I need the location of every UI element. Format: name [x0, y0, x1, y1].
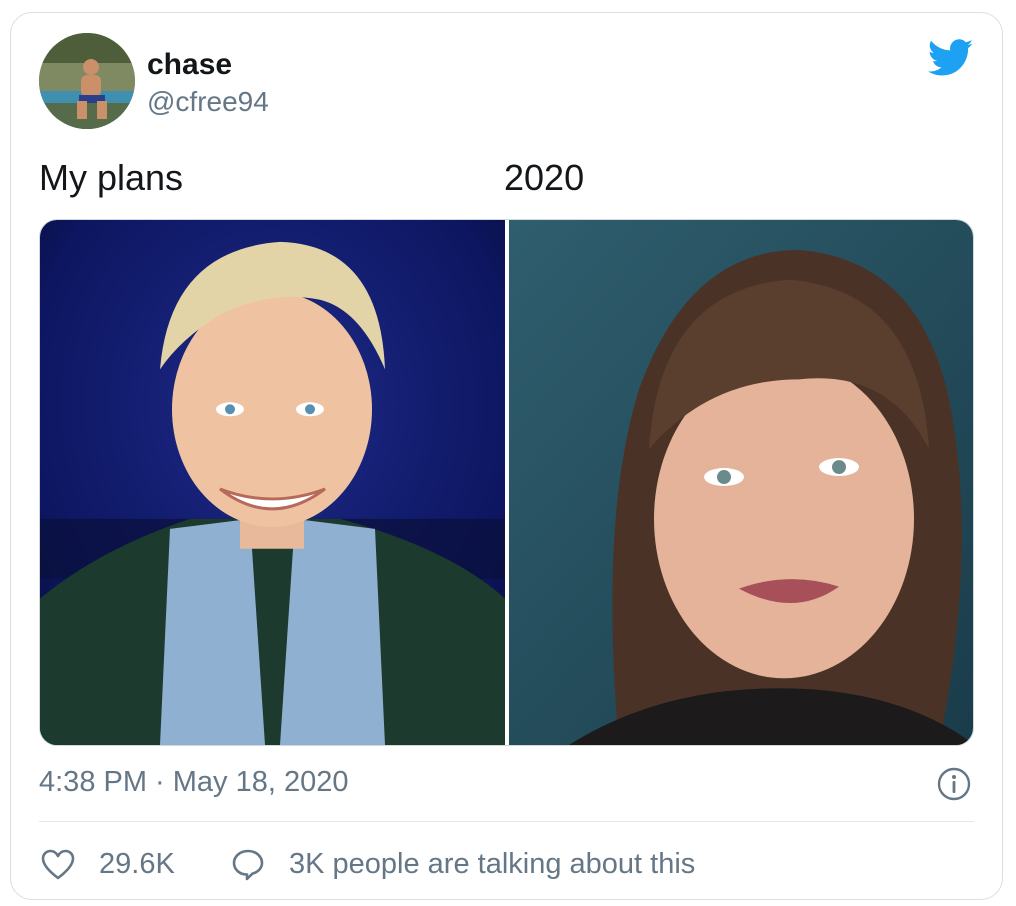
info-icon[interactable]: [937, 767, 971, 801]
speech-bubble-icon[interactable]: [231, 848, 265, 882]
photo-left[interactable]: [40, 220, 505, 745]
tweet-text-left: My plans: [39, 157, 184, 198]
display-name[interactable]: chase: [147, 48, 232, 82]
tweet-media[interactable]: [39, 219, 974, 746]
heart-icon[interactable]: [41, 849, 75, 881]
talking-about-link[interactable]: 3K people are talking about this: [289, 847, 695, 881]
tweet-card: chase @cfree94 My plans 2020 4:38 PM · M…: [10, 12, 1003, 900]
user-handle[interactable]: @cfree94: [147, 85, 269, 119]
like-count[interactable]: 29.6K: [99, 847, 175, 881]
tweet-text-right: 2020: [504, 157, 585, 198]
twitter-bird-icon[interactable]: [928, 39, 974, 77]
tweet-timestamp[interactable]: 4:38 PM · May 18, 2020: [39, 765, 349, 799]
user-avatar[interactable]: [39, 33, 135, 129]
photo-right[interactable]: [509, 220, 973, 745]
divider: [39, 821, 974, 822]
